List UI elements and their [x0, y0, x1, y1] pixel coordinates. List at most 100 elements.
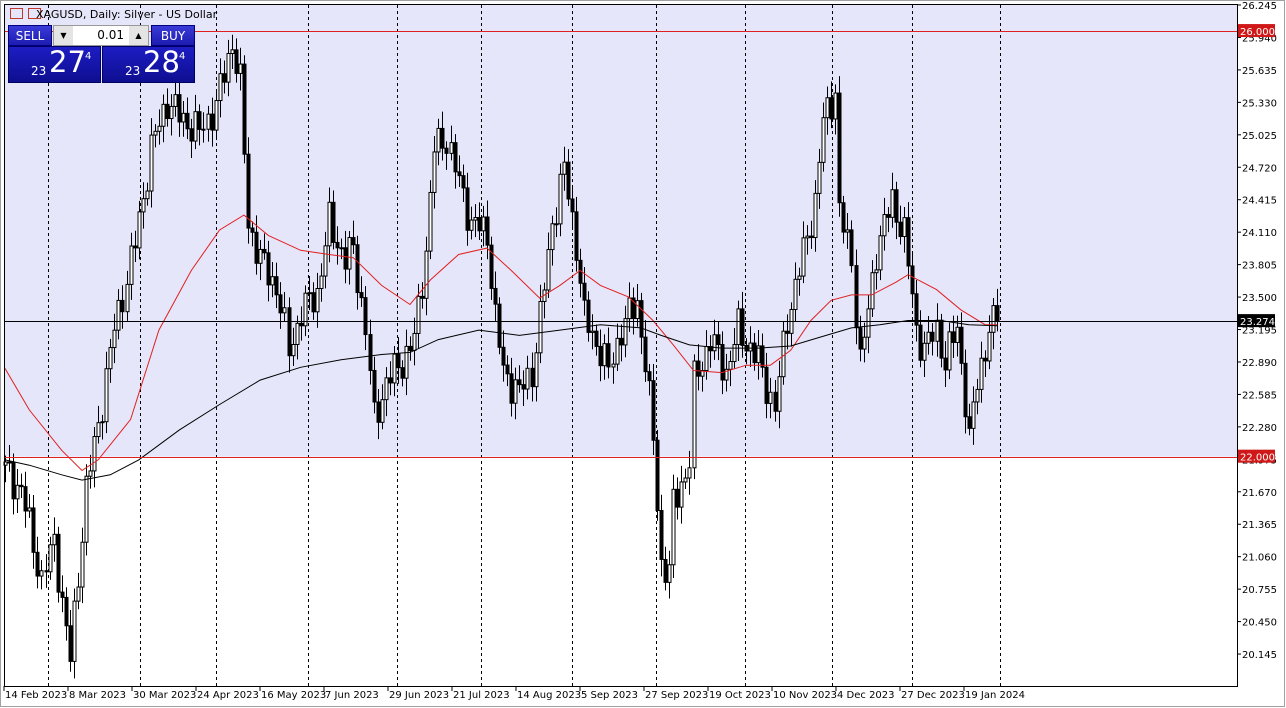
candle-bear	[178, 95, 181, 122]
candle-bull	[749, 343, 752, 351]
candle-bear	[855, 266, 858, 328]
sell-price[interactable]: 23 27 4	[8, 46, 101, 83]
candle-bull	[304, 293, 307, 326]
candle-bull	[976, 389, 979, 402]
candle-bear	[964, 363, 967, 416]
candle-bear	[640, 301, 643, 337]
candle-bull	[927, 332, 930, 343]
candle-bear	[235, 50, 238, 74]
candle-bull	[871, 273, 874, 309]
candle-bull	[891, 190, 894, 218]
candle-bull	[818, 162, 821, 193]
x-tick-label: 8 Mar 2023	[69, 690, 126, 701]
candle-bear	[721, 345, 724, 380]
candle-bear	[607, 344, 610, 367]
candle-bull	[814, 193, 817, 237]
candle-bear	[61, 592, 64, 597]
candle-bull	[154, 131, 157, 135]
candle-bear	[931, 332, 934, 341]
candle-bull	[688, 468, 691, 478]
current-price-label: 23.274	[1240, 317, 1275, 328]
level-price-label: 22.000	[1240, 453, 1275, 464]
x-tick-label: 30 Mar 2023	[133, 690, 196, 701]
candle-bull	[215, 101, 218, 131]
level-price-label: 26.000	[1240, 27, 1275, 38]
candle-bull	[802, 238, 805, 276]
candle-bull	[956, 327, 959, 342]
candle-bear	[397, 354, 400, 368]
candle-bear	[186, 113, 189, 128]
candle-bear	[243, 64, 246, 154]
candle-bear	[676, 489, 679, 507]
buy-button[interactable]: BUY	[151, 25, 195, 46]
y-tick-label: 25.635	[1242, 66, 1277, 77]
candle-bear	[478, 218, 481, 231]
candle-bull	[227, 53, 230, 82]
candle-bull	[680, 482, 683, 507]
candle-bear	[445, 148, 448, 153]
candle-bear	[352, 238, 355, 245]
price-chart[interactable]: 26.24525.94025.63525.33025.02524.72024.4…	[0, 0, 1286, 708]
candle-bull	[170, 106, 173, 118]
y-tick-label: 21.670	[1242, 488, 1277, 499]
candle-bear	[660, 510, 663, 559]
lot-decrease-icon[interactable]: ▼	[54, 26, 73, 45]
buy-price[interactable]: 23 28 4	[102, 46, 195, 83]
candle-bear	[360, 293, 363, 298]
market-watch-icon[interactable]	[10, 8, 23, 19]
y-tick-label: 25.330	[1242, 98, 1277, 109]
candle-bear	[952, 332, 955, 343]
sell-price-big: 27	[49, 45, 86, 79]
candle-bear	[336, 242, 339, 247]
candle-bull	[429, 192, 432, 251]
candle-bull	[162, 104, 165, 126]
candle-bear	[996, 306, 999, 322]
x-tick-label: 5 Sep 2023	[581, 690, 638, 701]
candle-bull	[794, 279, 797, 309]
candle-bull	[405, 346, 408, 378]
lot-size-stepper[interactable]: ▼ 0.01 ▲	[53, 25, 149, 46]
candle-bull	[482, 217, 485, 231]
candle-bull	[603, 344, 606, 366]
candle-bear	[462, 176, 465, 188]
candle-bear	[57, 534, 60, 592]
lot-size-input[interactable]: 0.01	[74, 26, 128, 45]
x-tick-label: 24 Apr 2023	[197, 690, 259, 701]
candle-bull	[174, 95, 177, 107]
candle-bull	[292, 344, 295, 355]
y-tick-label: 21.060	[1242, 553, 1277, 564]
candle-bull	[207, 114, 210, 129]
lot-increase-icon[interactable]: ▲	[129, 26, 148, 45]
candle-bear	[899, 222, 902, 236]
candle-bear	[12, 463, 15, 499]
candle-bull	[474, 218, 477, 221]
y-tick-label: 21.365	[1242, 520, 1277, 531]
candle-bear	[919, 325, 922, 360]
x-tick-label: 27 Dec 2023	[901, 690, 965, 701]
candle-bull	[340, 248, 343, 249]
candle-bull	[879, 236, 882, 270]
candle-bull	[425, 251, 428, 298]
candle-bull	[393, 354, 396, 383]
candle-bear	[842, 203, 845, 232]
candle-bear	[774, 392, 777, 411]
candle-bear	[498, 304, 501, 347]
y-tick-label: 24.110	[1242, 228, 1277, 239]
candle-bull	[381, 400, 384, 423]
candle-bear	[656, 440, 659, 510]
x-tick-label: 16 May 2023	[261, 690, 326, 701]
y-tick-label: 20.145	[1242, 650, 1277, 661]
candle-bear	[741, 309, 744, 346]
candle-bear	[895, 190, 898, 222]
candle-bear	[567, 162, 570, 199]
sell-button[interactable]: SELL	[8, 25, 52, 46]
candle-bull	[271, 277, 274, 285]
candle-bull	[81, 542, 84, 587]
candle-bear	[441, 128, 444, 148]
candle-bear	[510, 374, 513, 403]
candle-bull	[806, 236, 809, 238]
candle-bull	[972, 402, 975, 428]
candle-bull	[109, 348, 112, 369]
candle-bear	[312, 293, 315, 312]
candle-bull	[826, 98, 829, 118]
